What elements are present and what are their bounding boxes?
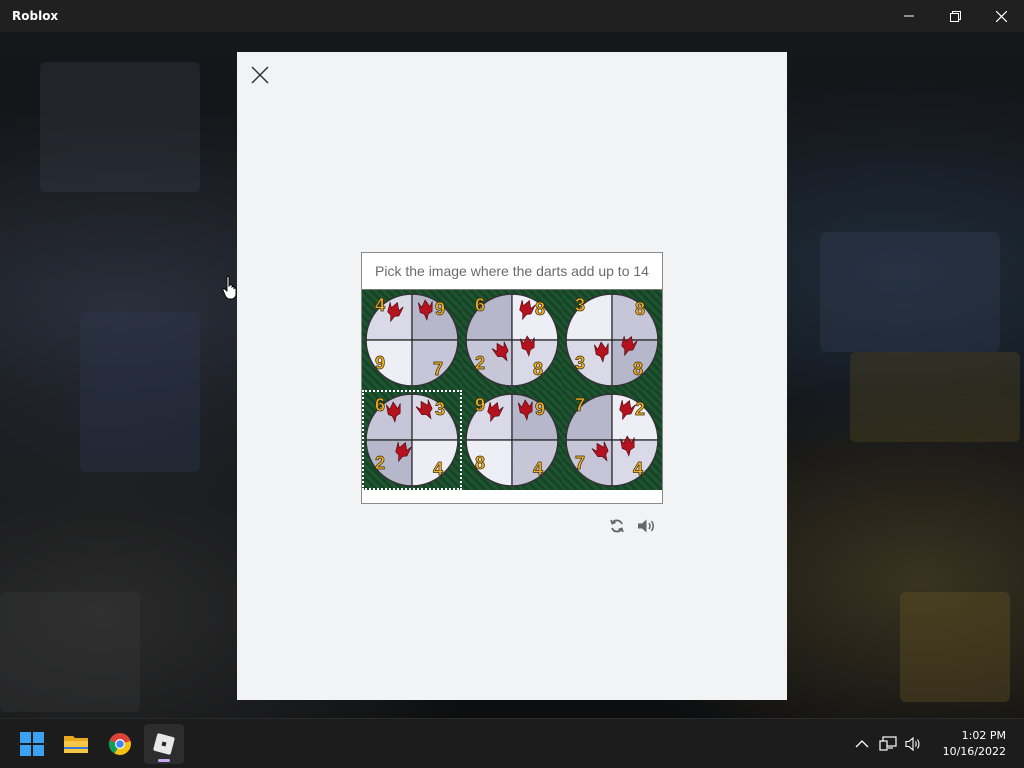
- volume-icon: [905, 736, 920, 752]
- window-controls: [886, 0, 1024, 32]
- restore-button[interactable]: [932, 0, 978, 32]
- dartboard-image: 9 9 8 4: [465, 393, 559, 487]
- roblox-button[interactable]: [144, 724, 184, 764]
- captcha-grid-footer: [362, 490, 662, 503]
- dartboard-number: 7: [433, 359, 443, 379]
- roblox-icon: [153, 733, 175, 755]
- clock[interactable]: 1:02 PM 10/16/2022: [943, 728, 1006, 760]
- chrome-icon: [108, 733, 131, 755]
- captcha-tile-5[interactable]: 9 9 8 4: [462, 390, 562, 490]
- captcha-tile-3[interactable]: 3 8 3 8: [562, 290, 662, 390]
- refresh-button[interactable]: [607, 516, 627, 536]
- dartboard-number: 8: [475, 453, 485, 473]
- captcha-widget: Pick the image where the darts add up to…: [361, 252, 663, 536]
- window-titlebar: Roblox: [0, 0, 1024, 32]
- refresh-icon: [610, 519, 624, 533]
- dartboard-image: 4 9 9 7: [365, 293, 459, 387]
- system-tray: 1:02 PM 10/16/2022: [849, 719, 1024, 768]
- dartboard-number: 2: [375, 453, 385, 473]
- dartboard-number: 2: [635, 399, 645, 419]
- captcha-modal: Pick the image where the darts add up to…: [237, 52, 787, 700]
- minimize-icon: [904, 15, 914, 17]
- captcha-tools: [361, 516, 663, 536]
- dartboard-image: 6 8 2 8: [465, 293, 559, 387]
- windows-start-icon: [20, 732, 44, 756]
- volume-button[interactable]: [902, 732, 926, 756]
- dartboard-image: 7 2 7 4: [565, 393, 659, 487]
- captcha-prompt: Pick the image where the darts add up to…: [362, 253, 662, 290]
- clock-time: 1:02 PM: [961, 729, 1006, 742]
- dartboard-number: 6: [475, 295, 485, 315]
- dartboard-number: 3: [575, 295, 585, 315]
- captcha-tile-4[interactable]: 6 3 2 4: [362, 390, 462, 490]
- dartboard-number: 3: [435, 399, 445, 419]
- network-icon: [878, 736, 897, 751]
- hand-cursor-icon: [222, 276, 237, 300]
- file-explorer-icon: [64, 736, 88, 753]
- dartboard-number: 8: [535, 299, 545, 319]
- dartboard-number: 9: [435, 299, 445, 319]
- dartboard-number: 8: [633, 359, 643, 379]
- close-icon: [251, 66, 269, 84]
- chevron-up-icon: [855, 740, 869, 748]
- dartboard-number: 7: [575, 453, 585, 473]
- audio-icon: [638, 519, 654, 533]
- captcha-tile-2[interactable]: 6 8 2 8: [462, 290, 562, 390]
- audio-button[interactable]: [637, 516, 657, 536]
- captcha-box: Pick the image where the darts add up to…: [361, 252, 663, 504]
- captcha-tile-6[interactable]: 7 2 7 4: [562, 390, 662, 490]
- file-explorer-button[interactable]: [56, 724, 96, 764]
- dartboard-number: 4: [375, 295, 385, 315]
- dartboard-image: 6 3 2 4: [365, 393, 459, 487]
- captcha-grid: 4 9 9 7 6 8 2 8 3 8 3 8 6 3 2 4 9 9 8 4 7 2 7 4: [362, 290, 662, 490]
- taskbar: 1:02 PM 10/16/2022: [0, 718, 1024, 768]
- start-button[interactable]: [12, 724, 52, 764]
- clock-date: 10/16/2022: [942, 745, 1006, 758]
- captcha-tile-1[interactable]: 4 9 9 7: [362, 290, 462, 390]
- dartboard-image: 3 8 3 8: [565, 293, 659, 387]
- dartboard-number: 3: [575, 353, 585, 373]
- dartboard-number: 6: [375, 395, 385, 415]
- close-window-button[interactable]: [978, 0, 1024, 32]
- dartboard-number: 7: [575, 395, 585, 415]
- dartboard-number: 8: [533, 359, 543, 379]
- network-button[interactable]: [876, 732, 900, 756]
- dartboard-number: 4: [433, 459, 443, 479]
- active-app-indicator: [158, 759, 170, 762]
- dartboard-number: 9: [535, 399, 545, 419]
- dartboard-number: 4: [533, 459, 543, 479]
- dartboard-number: 8: [635, 299, 645, 319]
- dartboard-number: 4: [633, 459, 643, 479]
- chrome-button[interactable]: [100, 724, 140, 764]
- close-icon: [995, 10, 1007, 22]
- restore-icon: [949, 10, 961, 22]
- minimize-button[interactable]: [886, 0, 932, 32]
- dartboard-number: 9: [475, 395, 485, 415]
- dartboard-number: 2: [475, 353, 485, 373]
- window-title: Roblox: [12, 9, 59, 23]
- dartboard-number: 9: [375, 353, 385, 373]
- show-hidden-icons-button[interactable]: [850, 732, 874, 756]
- modal-close-button[interactable]: [249, 64, 271, 86]
